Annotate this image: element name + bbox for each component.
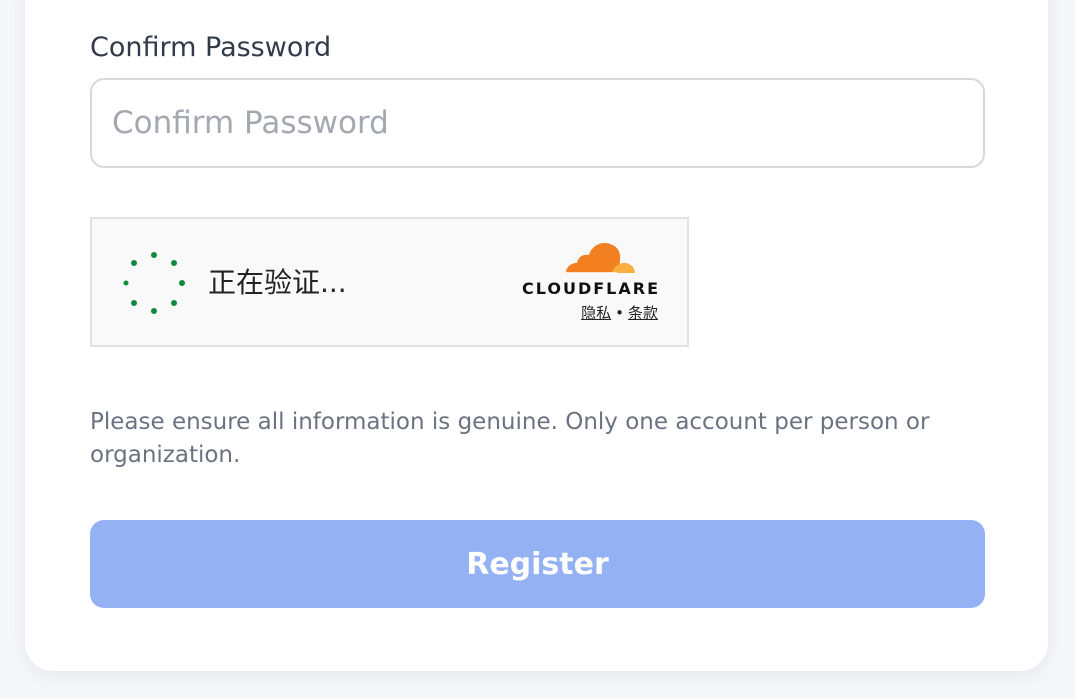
link-separator: • bbox=[615, 304, 624, 322]
cloudflare-turnstile-widget[interactable]: 正在验证... CLOUDFLARE 隐私 • 条款 bbox=[90, 217, 689, 347]
confirm-password-label: Confirm Password bbox=[90, 32, 332, 63]
genuine-info-notice: Please ensure all information is genuine… bbox=[90, 409, 930, 468]
register-button[interactable]: Register bbox=[90, 520, 985, 608]
cloudflare-wordmark: CLOUDFLARE bbox=[522, 279, 660, 298]
terms-link[interactable]: 条款 bbox=[628, 304, 658, 322]
loading-spinner-icon bbox=[123, 252, 185, 314]
cloudflare-links: 隐私 • 条款 bbox=[510, 303, 658, 323]
cloudflare-cloud-icon bbox=[566, 243, 635, 274]
confirm-password-input[interactable] bbox=[90, 78, 985, 168]
privacy-link[interactable]: 隐私 bbox=[581, 304, 611, 322]
verifying-status-text: 正在验证... bbox=[208, 266, 347, 299]
